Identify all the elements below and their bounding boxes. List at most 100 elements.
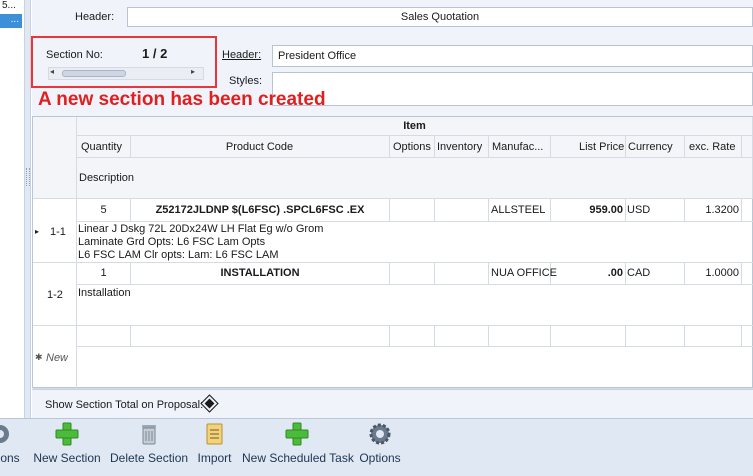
column-divider <box>434 262 435 284</box>
column-divider <box>625 262 626 284</box>
column-divider <box>389 199 390 221</box>
row-divider <box>33 325 753 326</box>
trash-icon <box>141 425 156 445</box>
grid-description-header-row <box>77 158 753 199</box>
column-divider <box>741 325 742 346</box>
column-header-quantity[interactable]: Quantity <box>81 141 122 153</box>
grid-corner-header <box>33 117 77 199</box>
new-section-label: New Section <box>33 451 101 465</box>
column-divider <box>389 325 390 346</box>
column-header-product-code[interactable]: Product Code <box>130 141 389 153</box>
row-divider <box>77 284 753 285</box>
description-line: L6 FSC LAM Clr opts: Lam: L6 FSC LAM <box>78 249 279 261</box>
gear-icon <box>369 423 391 445</box>
new-row-icon: ✱ <box>35 352 43 362</box>
scroll-left-arrow-icon[interactable]: ◂ <box>50 67 54 76</box>
row-id[interactable]: 1-1 <box>50 226 66 238</box>
plus-icon <box>55 422 79 446</box>
import-icon <box>206 423 222 445</box>
row-pointer-icon: ▸ <box>35 227 40 236</box>
cell-currency[interactable]: USD <box>627 204 650 216</box>
options-button-partial[interactable]: ons <box>0 420 20 472</box>
options-label: Options <box>359 451 401 465</box>
section-header-label[interactable]: Header: <box>222 49 261 61</box>
cell-exc-rate[interactable]: 1.3200 <box>685 204 739 216</box>
column-divider <box>488 262 489 284</box>
new-section-button[interactable]: New Section <box>33 420 101 472</box>
styles-field[interactable] <box>272 72 753 106</box>
row-divider <box>77 221 753 222</box>
options-button[interactable]: Options <box>357 420 403 472</box>
description-line: Laminate Grd Opts: L6 FSC Lam Opts <box>78 236 266 248</box>
row-divider <box>33 262 753 263</box>
column-divider <box>625 136 626 158</box>
column-header-description[interactable]: Description <box>79 172 134 184</box>
import-button[interactable]: Import <box>196 420 233 472</box>
cell-quantity[interactable]: 1 <box>77 267 130 279</box>
cell-list-price[interactable]: .00 <box>551 267 623 279</box>
left-list-row[interactable]: 5... <box>0 0 22 14</box>
cell-quantity[interactable]: 5 <box>77 204 130 216</box>
delete-section-label: Delete Section <box>110 451 189 465</box>
gear-icon <box>0 425 9 443</box>
column-divider <box>741 136 742 158</box>
new-row-label[interactable]: New <box>46 352 68 364</box>
column-header-manufacturer[interactable]: Manufac... <box>492 141 543 153</box>
cell-exc-rate[interactable]: 1.0000 <box>685 267 739 279</box>
cell-manufacturer[interactable]: ALLSTEEL <box>491 204 545 216</box>
row-id[interactable]: 1-2 <box>47 289 63 301</box>
column-header-list-price[interactable]: List Price <box>579 141 624 153</box>
column-divider <box>434 325 435 346</box>
options-partial-label: ons <box>0 451 20 465</box>
section-scroll-thumb[interactable] <box>62 70 126 77</box>
column-divider <box>130 325 131 346</box>
left-list-row-selected[interactable]: ... <box>0 14 22 28</box>
cell-product-code[interactable]: INSTALLATION <box>131 267 389 279</box>
column-divider <box>550 325 551 346</box>
styles-label: Styles: <box>229 75 263 87</box>
plus-icon <box>285 422 309 446</box>
scroll-right-arrow-icon[interactable]: ▸ <box>191 67 195 76</box>
import-label: Import <box>197 451 232 465</box>
cell-description[interactable]: Linear J Dskg 72L 20Dx24W LH Flat Eg w/o… <box>78 223 323 262</box>
quote-header-label: Header: <box>75 11 115 23</box>
row-divider <box>77 346 753 347</box>
column-divider <box>488 325 489 346</box>
show-total-label: Show Section Total on Proposal: <box>45 399 204 411</box>
column-divider <box>684 325 685 346</box>
column-header-options[interactable]: Options <box>393 141 431 153</box>
column-header-exc-rate[interactable]: exc. Rate <box>689 141 735 153</box>
column-header-currency[interactable]: Currency <box>628 141 673 153</box>
section-number-value: 1 / 2 <box>142 46 168 61</box>
column-divider <box>741 199 742 221</box>
column-divider <box>625 325 626 346</box>
cell-description[interactable]: Installation <box>78 287 131 299</box>
cell-manufacturer[interactable]: NUA OFFICE <box>491 267 557 279</box>
section-header-field[interactable]: President Office <box>272 45 753 67</box>
cell-product-code[interactable]: Z52172JLDNP $(L6FSC) .SPCL6FSC .EX <box>131 204 389 216</box>
column-divider <box>741 262 742 284</box>
row-indicator-divider <box>76 117 77 388</box>
splitter-grip-icon[interactable] <box>26 168 30 186</box>
column-divider <box>488 199 489 221</box>
column-divider <box>625 199 626 221</box>
column-divider <box>488 136 489 158</box>
column-divider <box>389 262 390 284</box>
section-number-label: Section No: <box>46 49 103 61</box>
column-header-inventory[interactable]: Inventory <box>437 141 482 153</box>
column-divider <box>684 136 685 158</box>
new-scheduled-task-button[interactable]: New Scheduled Task <box>242 420 354 472</box>
column-divider <box>434 199 435 221</box>
section-number-box <box>31 36 217 88</box>
delete-section-button[interactable]: Delete Section <box>110 420 189 472</box>
column-divider <box>434 136 435 158</box>
left-list-panel[interactable] <box>0 0 25 418</box>
cell-list-price[interactable]: 959.00 <box>551 204 623 216</box>
description-line: Linear J Dskg 72L 20Dx24W LH Flat Eg w/o… <box>78 223 324 235</box>
grid-group-header: Item <box>77 117 753 136</box>
section-created-notice: A new section has been created <box>38 89 326 110</box>
new-scheduled-task-label: New Scheduled Task <box>242 451 354 465</box>
quote-header-field[interactable]: Sales Quotation <box>127 7 753 27</box>
cell-currency[interactable]: CAD <box>627 267 650 279</box>
column-divider <box>550 136 551 158</box>
